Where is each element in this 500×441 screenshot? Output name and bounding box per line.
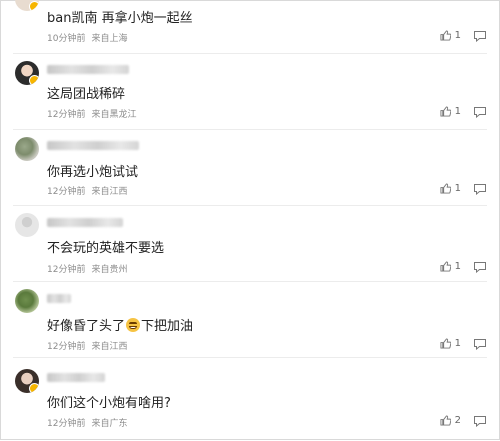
thumbs-up-icon — [440, 261, 451, 272]
comment-text: 你再选小炮试试 — [47, 165, 139, 180]
comment-time: 12分钟前 — [47, 342, 86, 352]
comment-time: 12分钟前 — [47, 110, 86, 120]
like-button[interactable]: 2 — [440, 415, 461, 426]
comment-item: ban凯南 再拿小炮一起丝 10分钟前 来自上海 1 — [1, 0, 499, 53]
comment-location: 来自广东 — [91, 419, 128, 429]
thumbs-up-icon — [440, 183, 451, 194]
comment-time: 10分钟前 — [47, 34, 86, 44]
avatar[interactable] — [15, 61, 39, 85]
like-button[interactable]: 1 — [440, 338, 461, 349]
like-button[interactable]: 1 — [440, 261, 461, 272]
like-count: 2 — [454, 415, 461, 426]
vip-badge-icon — [29, 1, 39, 11]
comment-item: 不会玩的英雄不要选 12分钟前 来自贵州 1 — [1, 205, 499, 281]
comment-time: 12分钟前 — [47, 419, 86, 429]
avatar[interactable] — [15, 369, 39, 393]
username-blurred[interactable] — [47, 141, 139, 150]
vip-badge-icon — [29, 383, 39, 393]
like-count: 1 — [454, 261, 461, 272]
comment-text: 你们这个小炮有啥用? — [47, 396, 171, 411]
vip-badge-icon — [29, 75, 39, 85]
username-blurred[interactable] — [47, 218, 123, 227]
thumbs-up-icon — [440, 338, 451, 349]
comment-text: 好像昏了头了 下把加油 — [47, 318, 194, 334]
comment-bubble-icon[interactable] — [473, 106, 487, 118]
like-button[interactable]: 1 — [440, 106, 461, 117]
avatar[interactable] — [15, 137, 39, 161]
avatar[interactable] — [15, 0, 39, 11]
comment-meta: 12分钟前 来自黑龙江 — [47, 107, 136, 120]
comment-time: 12分钟前 — [47, 265, 86, 275]
comment-meta: 10分钟前 来自上海 — [47, 31, 127, 44]
comment-item: 你们这个小炮有啥用? 12分钟前 来自广东 2 — [1, 357, 499, 441]
like-button[interactable]: 1 — [440, 30, 461, 41]
comment-meta: 12分钟前 来自贵州 — [47, 262, 127, 275]
comment-location: 来自上海 — [91, 34, 128, 44]
comment-meta: 12分钟前 来自广东 — [47, 416, 127, 429]
username-blurred[interactable] — [47, 373, 105, 382]
comment-time: 12分钟前 — [47, 187, 86, 197]
comment-bubble-icon[interactable] — [473, 338, 487, 350]
thumbs-up-icon — [440, 106, 451, 117]
comment-text: ban凯南 再拿小炮一起丝 — [47, 11, 193, 26]
like-button[interactable]: 1 — [440, 183, 461, 194]
comment-bubble-icon[interactable] — [473, 261, 487, 273]
comment-item: 你再选小炮试试 12分钟前 来自江西 1 — [1, 129, 499, 205]
avatar[interactable] — [15, 213, 39, 237]
thumbs-up-icon — [440, 415, 451, 426]
comment-text: 这局团战稀碎 — [47, 87, 126, 102]
comment-bubble-icon[interactable] — [473, 30, 487, 42]
thumbs-up-icon — [440, 30, 451, 41]
comment-meta: 12分钟前 来自江西 — [47, 339, 127, 352]
like-count: 1 — [454, 106, 461, 117]
grinning-sweat-emoji — [126, 318, 141, 332]
like-count: 1 — [454, 338, 461, 349]
comment-item: 这局团战稀碎 12分钟前 来自黑龙江 1 — [1, 53, 499, 129]
comment-location: 来自贵州 — [91, 265, 128, 275]
comment-bubble-icon[interactable] — [473, 183, 487, 195]
username-blurred[interactable] — [47, 65, 129, 74]
like-count: 1 — [454, 183, 461, 194]
username-blurred[interactable] — [47, 294, 71, 303]
comment-bubble-icon[interactable] — [473, 415, 487, 427]
comment-location: 来自黑龙江 — [91, 110, 137, 120]
comment-meta: 12分钟前 来自江西 — [47, 184, 127, 197]
comment-location: 来自江西 — [91, 342, 128, 352]
comment-location: 来自江西 — [91, 187, 128, 197]
comment-item: 好像昏了头了 下把加油 12分钟前 来自江西 1 — [1, 281, 499, 357]
comment-text: 不会玩的英雄不要选 — [47, 241, 165, 256]
like-count: 1 — [454, 30, 461, 41]
avatar[interactable] — [15, 289, 39, 313]
